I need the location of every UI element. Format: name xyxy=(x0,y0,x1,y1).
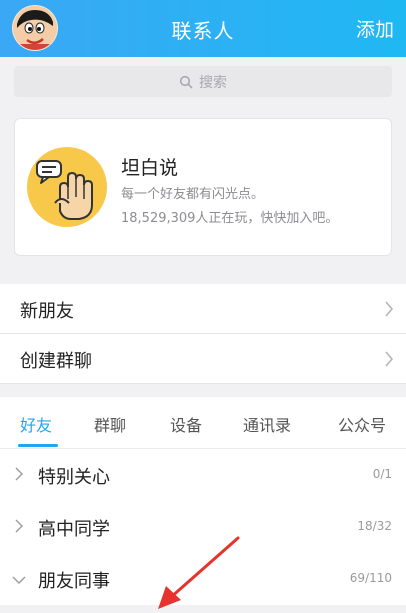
chevron-right-icon xyxy=(385,301,394,317)
hand-speech-bubble-icon xyxy=(27,147,107,227)
create-group-chat-row[interactable]: 创建群聊 xyxy=(0,334,406,384)
chevron-right-icon xyxy=(15,467,23,481)
top-navigation-bar: 联系人 添加 xyxy=(0,0,406,57)
active-tab-indicator xyxy=(18,444,58,447)
friend-group-row[interactable]: 高中同学 18/32 xyxy=(0,501,406,553)
card-players-text: 18,529,309人正在玩，快快加入吧。 xyxy=(121,211,339,226)
new-friends-row[interactable]: 新朋友 xyxy=(0,284,406,334)
search-area: 搜索 xyxy=(0,57,406,107)
tab-official-accounts[interactable]: 公众号 xyxy=(338,412,386,436)
search-icon xyxy=(179,75,193,88)
new-friends-label: 新朋友 xyxy=(20,301,74,322)
group-label: 特别关心 xyxy=(38,467,110,488)
group-label: 高中同学 xyxy=(38,519,110,540)
chevron-right-icon xyxy=(385,351,394,367)
tab-devices[interactable]: 设备 xyxy=(170,412,202,436)
chevron-right-icon xyxy=(15,519,23,533)
page-title: 联系人 xyxy=(171,19,235,43)
contacts-tab-bar: 好友 群聊 设备 通讯录 公众号 xyxy=(0,397,406,449)
chevron-down-icon xyxy=(12,576,26,584)
add-button[interactable]: 添加 xyxy=(356,15,394,42)
tanbaishuo-card[interactable]: 坦白说 每一个好友都有闪光点。 18,529,309人正在玩，快快加入吧。 xyxy=(14,118,392,256)
tab-group-chats[interactable]: 群聊 xyxy=(94,412,126,436)
friend-group-row[interactable]: 特别关心 0/1 xyxy=(0,449,406,501)
tab-friends[interactable]: 好友 xyxy=(20,412,52,436)
search-placeholder: 搜索 xyxy=(199,74,227,91)
create-group-chat-label: 创建群聊 xyxy=(20,351,92,372)
group-label: 朋友同事 xyxy=(38,571,110,592)
group-online-count: 18/32 xyxy=(357,519,392,533)
search-input[interactable]: 搜索 xyxy=(14,66,392,97)
card-title: 坦白说 xyxy=(121,157,179,179)
group-online-count: 0/1 xyxy=(372,467,392,481)
card-subtitle: 每一个好友都有闪光点。 xyxy=(121,187,265,202)
group-online-count: 69/110 xyxy=(349,571,392,585)
friend-group-row[interactable]: 朋友同事 69/110 xyxy=(0,553,406,605)
tab-address-book[interactable]: 通讯录 xyxy=(243,412,291,436)
